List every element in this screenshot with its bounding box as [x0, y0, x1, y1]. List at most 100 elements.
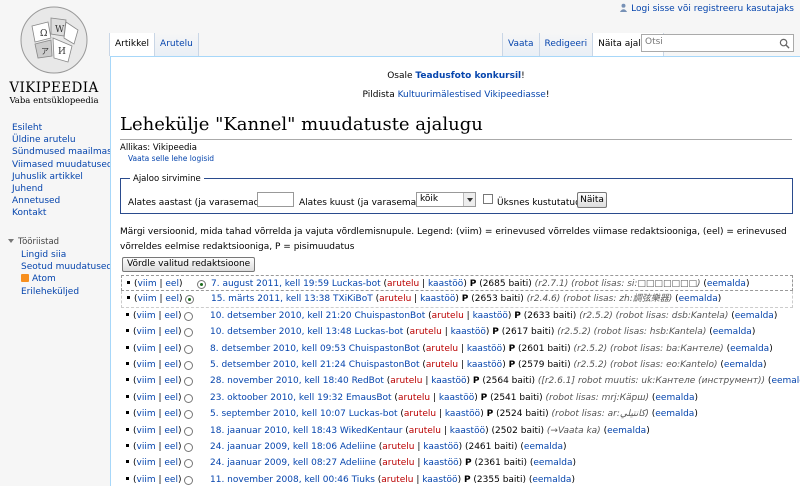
tab-view[interactable]: Vaata [502, 33, 540, 56]
revision-date-link[interactable]: 10. detsember 2010, kell 13:48 [210, 327, 352, 337]
diff-cur-link[interactable]: viim [137, 360, 156, 370]
revision-user-link[interactable]: Luckas-bot [332, 279, 381, 289]
undo-link[interactable]: eemalda [730, 344, 769, 354]
revision-user-link[interactable]: Adeliine [340, 458, 376, 468]
user-talk-link[interactable]: arutelu [426, 344, 458, 354]
diff-prev-link[interactable]: eel [164, 458, 178, 468]
diff-cur-link[interactable]: viim [137, 475, 156, 485]
diff-cur-link[interactable]: viim [137, 458, 156, 468]
user-contribs-link[interactable]: kaastöö [420, 294, 455, 304]
revision-user-link[interactable]: ChuispastonBot [349, 360, 420, 370]
sidebar-item-random[interactable]: Juhuslik artikkel [0, 171, 110, 183]
user-contribs-link[interactable]: kaastöö [473, 311, 508, 321]
diff-prev-link[interactable]: eel [164, 426, 178, 436]
undo-link[interactable]: eemalda [724, 360, 763, 370]
revision-date-link[interactable]: 11. november 2008, kell 00:46 [210, 475, 349, 485]
notice-1-link[interactable]: Teadusfoto konkursil [415, 71, 521, 81]
sidebar-item-events[interactable]: Sündmused maailmas [0, 146, 112, 158]
undo-link[interactable]: eemalda [655, 393, 694, 403]
user-talk-link[interactable]: arutelu [404, 409, 436, 419]
toolbox-heading[interactable]: Tööriistad [8, 237, 59, 247]
tool-atom-feed[interactable]: Atom [0, 273, 112, 285]
user-contribs-link[interactable]: kaastöö [423, 442, 458, 452]
diff-cur-link[interactable]: viim [137, 311, 156, 321]
diff-cur-link[interactable]: viim [138, 279, 157, 289]
revision-radio-old[interactable] [184, 475, 193, 486]
year-input[interactable] [257, 192, 294, 207]
user-talk-link[interactable]: arutelu [410, 327, 442, 337]
revision-date-link[interactable]: 24. jaanuar 2009, kell 18:06 [210, 442, 337, 452]
revision-date-link[interactable]: 18. jaanuar 2010, kell 18:43 [210, 426, 337, 436]
view-logs-link[interactable]: Vaata selle lehe logisid [128, 154, 214, 163]
user-contribs-link[interactable]: kaastöö [467, 344, 502, 354]
revision-date-link[interactable]: 24. jaanuar 2009, kell 08:27 [210, 458, 337, 468]
revision-date-link[interactable]: 15. märts 2011, kell 13:38 [211, 294, 330, 304]
user-talk-link[interactable]: arutelu [382, 458, 414, 468]
undo-link[interactable]: eemalda [524, 442, 563, 452]
user-contribs-link[interactable]: kaastöö [467, 360, 502, 370]
revision-user-link[interactable]: EmausBot [346, 393, 392, 403]
diff-prev-link[interactable]: eel [164, 311, 178, 321]
user-talk-link[interactable]: arutelu [432, 311, 464, 321]
diff-cur-link[interactable]: viim [137, 344, 156, 354]
undo-link[interactable]: eemalda [735, 311, 774, 321]
user-talk-link[interactable]: arutelu [387, 279, 419, 289]
diff-prev-link[interactable]: eel [164, 393, 178, 403]
revision-date-link[interactable]: 7. august 2011, kell 19:59 [211, 279, 329, 289]
user-contribs-link[interactable]: kaastöö [450, 426, 485, 436]
deleted-only-checkbox[interactable] [483, 194, 493, 204]
diff-cur-link[interactable]: viim [137, 393, 156, 403]
diff-cur-link[interactable]: viim [137, 409, 156, 419]
undo-link[interactable]: eemalda [533, 458, 572, 468]
search-input[interactable]: Otsi [641, 34, 794, 52]
user-talk-link[interactable]: arutelu [398, 393, 430, 403]
undo-link[interactable]: eemalda [713, 327, 752, 337]
revision-user-link[interactable]: RedBot [352, 376, 384, 386]
sidebar-item-discussion[interactable]: Üldine arutelu [0, 134, 110, 146]
user-talk-link[interactable]: arutelu [426, 360, 458, 370]
wikipedia-logo[interactable]: Ω W И ア Vikipeedia Vaba entsüklopeedia [4, 2, 104, 106]
user-talk-link[interactable]: arutelu [409, 426, 441, 436]
show-button[interactable]: Näita [577, 192, 607, 208]
diff-prev-link[interactable]: eel [164, 376, 178, 386]
undo-link[interactable]: eemalda [607, 426, 646, 436]
compare-revisions-button[interactable]: Võrdle valitud redaktsioone [122, 257, 256, 272]
tab-talk[interactable]: Arutelu [155, 33, 199, 56]
undo-link[interactable]: eemalda [771, 376, 800, 386]
search-icon[interactable] [779, 38, 790, 49]
user-talk-link[interactable]: arutelu [379, 294, 411, 304]
sidebar-item-main[interactable]: Esileht [0, 122, 110, 134]
revision-user-link[interactable]: ChuispastonBot [354, 311, 425, 321]
undo-link[interactable]: eemalda [707, 279, 746, 289]
revision-date-link[interactable]: 23. oktoober 2010, kell 19:32 [210, 393, 343, 403]
month-select[interactable]: kõik [416, 192, 476, 207]
diff-cur-link[interactable]: viim [137, 376, 156, 386]
user-contribs-link[interactable]: kaastöö [423, 458, 458, 468]
revision-user-link[interactable]: Luckas-bot [349, 409, 398, 419]
diff-cur-link[interactable]: viim [137, 426, 156, 436]
revision-user-link[interactable]: Tiuks [352, 475, 375, 485]
diff-prev-link[interactable]: eel [164, 327, 178, 337]
undo-link[interactable]: eemalda [655, 409, 694, 419]
diff-prev-link[interactable]: eel [165, 294, 179, 304]
diff-cur-link[interactable]: viim [137, 442, 156, 452]
sidebar-item-help[interactable]: Juhend [0, 183, 110, 195]
notice-2-link[interactable]: Kultuurimälestised Vikipeediasse [398, 90, 546, 100]
revision-user-link[interactable]: Adeliine [340, 442, 376, 452]
user-contribs-link[interactable]: kaastöö [445, 409, 480, 419]
tab-article[interactable]: Artikkel [109, 33, 156, 56]
tool-special-pages[interactable]: Erileheküljed [0, 286, 112, 298]
diff-cur-link[interactable]: viim [137, 327, 156, 337]
tool-related-changes[interactable]: Seotud muudatused [0, 261, 112, 273]
user-contribs-link[interactable]: kaastöö [439, 393, 474, 403]
sidebar-item-recent-changes[interactable]: Viimased muudatused [0, 159, 113, 171]
undo-link[interactable]: eemalda [532, 475, 571, 485]
user-talk-link[interactable]: arutelu [390, 376, 422, 386]
diff-prev-link[interactable]: eel [165, 279, 179, 289]
diff-prev-link[interactable]: eel [164, 360, 178, 370]
user-contribs-link[interactable]: kaastöö [451, 327, 486, 337]
sidebar-item-contact[interactable]: Kontakt [0, 207, 110, 219]
revision-user-link[interactable]: WikedKentaur [340, 426, 403, 436]
tool-what-links-here[interactable]: Lingid siia [0, 249, 112, 261]
user-talk-link[interactable]: arutelu [382, 442, 414, 452]
